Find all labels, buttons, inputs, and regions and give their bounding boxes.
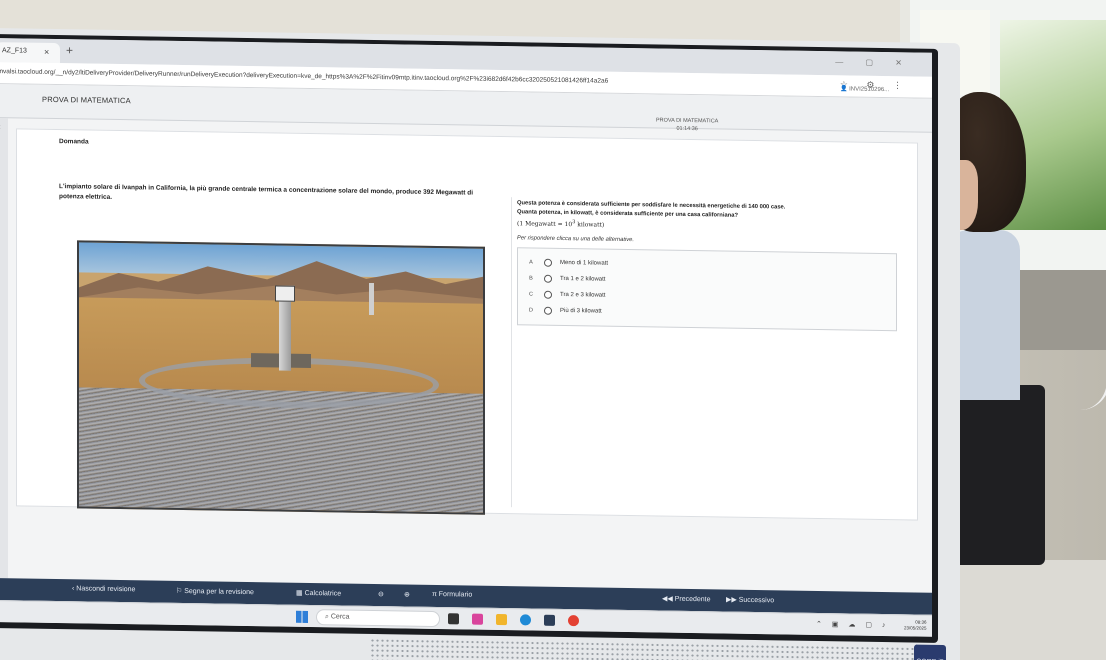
close-icon[interactable]: × <box>44 47 49 57</box>
search-placeholder: Cerca <box>330 613 350 621</box>
choice-letter: B <box>529 275 533 282</box>
previous-button[interactable]: ◀◀ Precedente <box>662 595 711 604</box>
chair <box>950 385 1045 565</box>
zoom-in-icon[interactable]: ⊕ <box>404 591 410 599</box>
photo-main-tower <box>279 290 291 371</box>
formula-close: kilowatt) <box>575 221 605 229</box>
flag-icon: ⚐ <box>176 587 185 596</box>
system-tray-icons[interactable]: ⌃ ▣ ☁ ▢ ♪ <box>816 620 889 629</box>
next-label: Successivo <box>738 596 775 605</box>
choice-label[interactable]: Più di 3 kilowatt <box>560 308 602 315</box>
radio-button[interactable] <box>544 274 552 283</box>
column-divider <box>511 197 512 508</box>
widgets-icon[interactable] <box>472 613 483 625</box>
formula-open: (1 Megawatt = 10 <box>517 220 573 229</box>
hide-review-label: Nascondi revisione <box>76 585 136 594</box>
user-id: INVI2510296... <box>849 86 890 94</box>
clock-date: 23/05/2025 <box>904 625 927 631</box>
task-view-icon[interactable] <box>448 613 459 625</box>
chevron-left-icon[interactable]: ‹ <box>0 122 1 131</box>
card-label: Domanda <box>59 138 89 146</box>
windows-start-icon[interactable] <box>296 610 308 623</box>
question-stem: L'impianto solare di Ivanpah in Californ… <box>59 183 474 201</box>
choice-list: A Meno di 1 kilowatt B Tra 1 e 2 kilowat… <box>517 247 897 332</box>
desk <box>940 560 1106 660</box>
zoom-out-icon[interactable]: ⊖ <box>378 590 384 598</box>
new-tab-icon[interactable]: + <box>66 43 73 57</box>
monitor: AZ_F13 × + — ▢ ✕ invalsi.taocloud.org/__… <box>0 28 960 660</box>
choice-letter: D <box>529 307 533 314</box>
calculator-label: Calcolatrice <box>304 589 342 598</box>
window-controls[interactable]: — ▢ ✕ <box>835 57 912 67</box>
choice-letter: A <box>529 259 533 266</box>
answer-column: Questa potenza è considerata sufficiente… <box>517 199 901 332</box>
rewind-icon: ◀◀ <box>662 595 675 603</box>
choice-label[interactable]: Meno di 1 kilowatt <box>560 260 608 267</box>
calculator-icon: ▦ <box>296 589 305 597</box>
user-info[interactable]: 👤 INVI2510296... <box>840 85 889 93</box>
solar-plant-photo <box>77 240 485 515</box>
edge-browser-icon[interactable] <box>520 614 531 626</box>
cpu-badge: CORE i5 <box>914 644 946 660</box>
choice-label[interactable]: Tra 1 e 2 kilowatt <box>560 276 605 283</box>
next-button[interactable]: ▶▶ Successivo <box>726 596 774 605</box>
calculator-button[interactable]: ▦ Calcolatrice <box>296 589 341 598</box>
cable <box>1080 150 1106 410</box>
url-text[interactable]: invalsi.taocloud.org/__n/dy2/ltiDelivery… <box>0 68 608 85</box>
choice-label[interactable]: Tra 2 e 3 kilowatt <box>560 292 605 299</box>
user-icon: 👤 <box>840 86 850 93</box>
test-status: PROVA DI MATEMATICA 01:14:36 <box>656 116 718 133</box>
file-explorer-icon[interactable] <box>496 613 507 626</box>
previous-label: Precedente <box>674 595 711 604</box>
tab-title: AZ_F13 <box>2 47 27 55</box>
review-rail[interactable]: ‹ <box>0 118 8 579</box>
monitor-bezel: AZ_F13 × + — ▢ ✕ invalsi.taocloud.org/__… <box>0 34 938 643</box>
radio-button[interactable] <box>544 290 552 299</box>
radio-button[interactable] <box>544 258 552 267</box>
instruction-text: Per rispondere clicca su una delle alter… <box>517 235 634 244</box>
chrome-browser-icon[interactable] <box>568 615 579 627</box>
taskbar-clock[interactable]: 08:36 23/05/2025 <box>904 619 927 631</box>
question-card: Domanda L'impianto solare di Ivanpah in … <box>16 128 918 521</box>
formulas-button[interactable]: π Formulario <box>432 591 472 599</box>
radio-button[interactable] <box>544 306 552 315</box>
forward-icon: ▶▶ <box>726 596 739 604</box>
timer: 01:14:36 <box>676 125 698 133</box>
pi-icon: π <box>432 590 439 599</box>
test-title: PROVA DI MATEMATICA <box>42 94 131 106</box>
mark-review-button[interactable]: ⚐ Segna per la revisione <box>176 587 254 596</box>
screen: AZ_F13 × + — ▢ ✕ invalsi.taocloud.org/__… <box>0 38 932 637</box>
photo-tower-receiver <box>275 285 295 302</box>
formulas-label: Formulario <box>438 591 473 599</box>
mark-review-label: Segna per la revisione <box>184 588 254 597</box>
hide-review-button[interactable]: ‹ Nascondi revisione <box>72 585 135 593</box>
choice-letter: C <box>529 291 533 298</box>
taskbar-search[interactable]: ⌕ Cerca <box>316 609 440 628</box>
browser-tab[interactable]: AZ_F13 × <box>0 42 60 64</box>
photo-second-tower <box>369 282 374 316</box>
store-icon[interactable] <box>544 614 555 626</box>
